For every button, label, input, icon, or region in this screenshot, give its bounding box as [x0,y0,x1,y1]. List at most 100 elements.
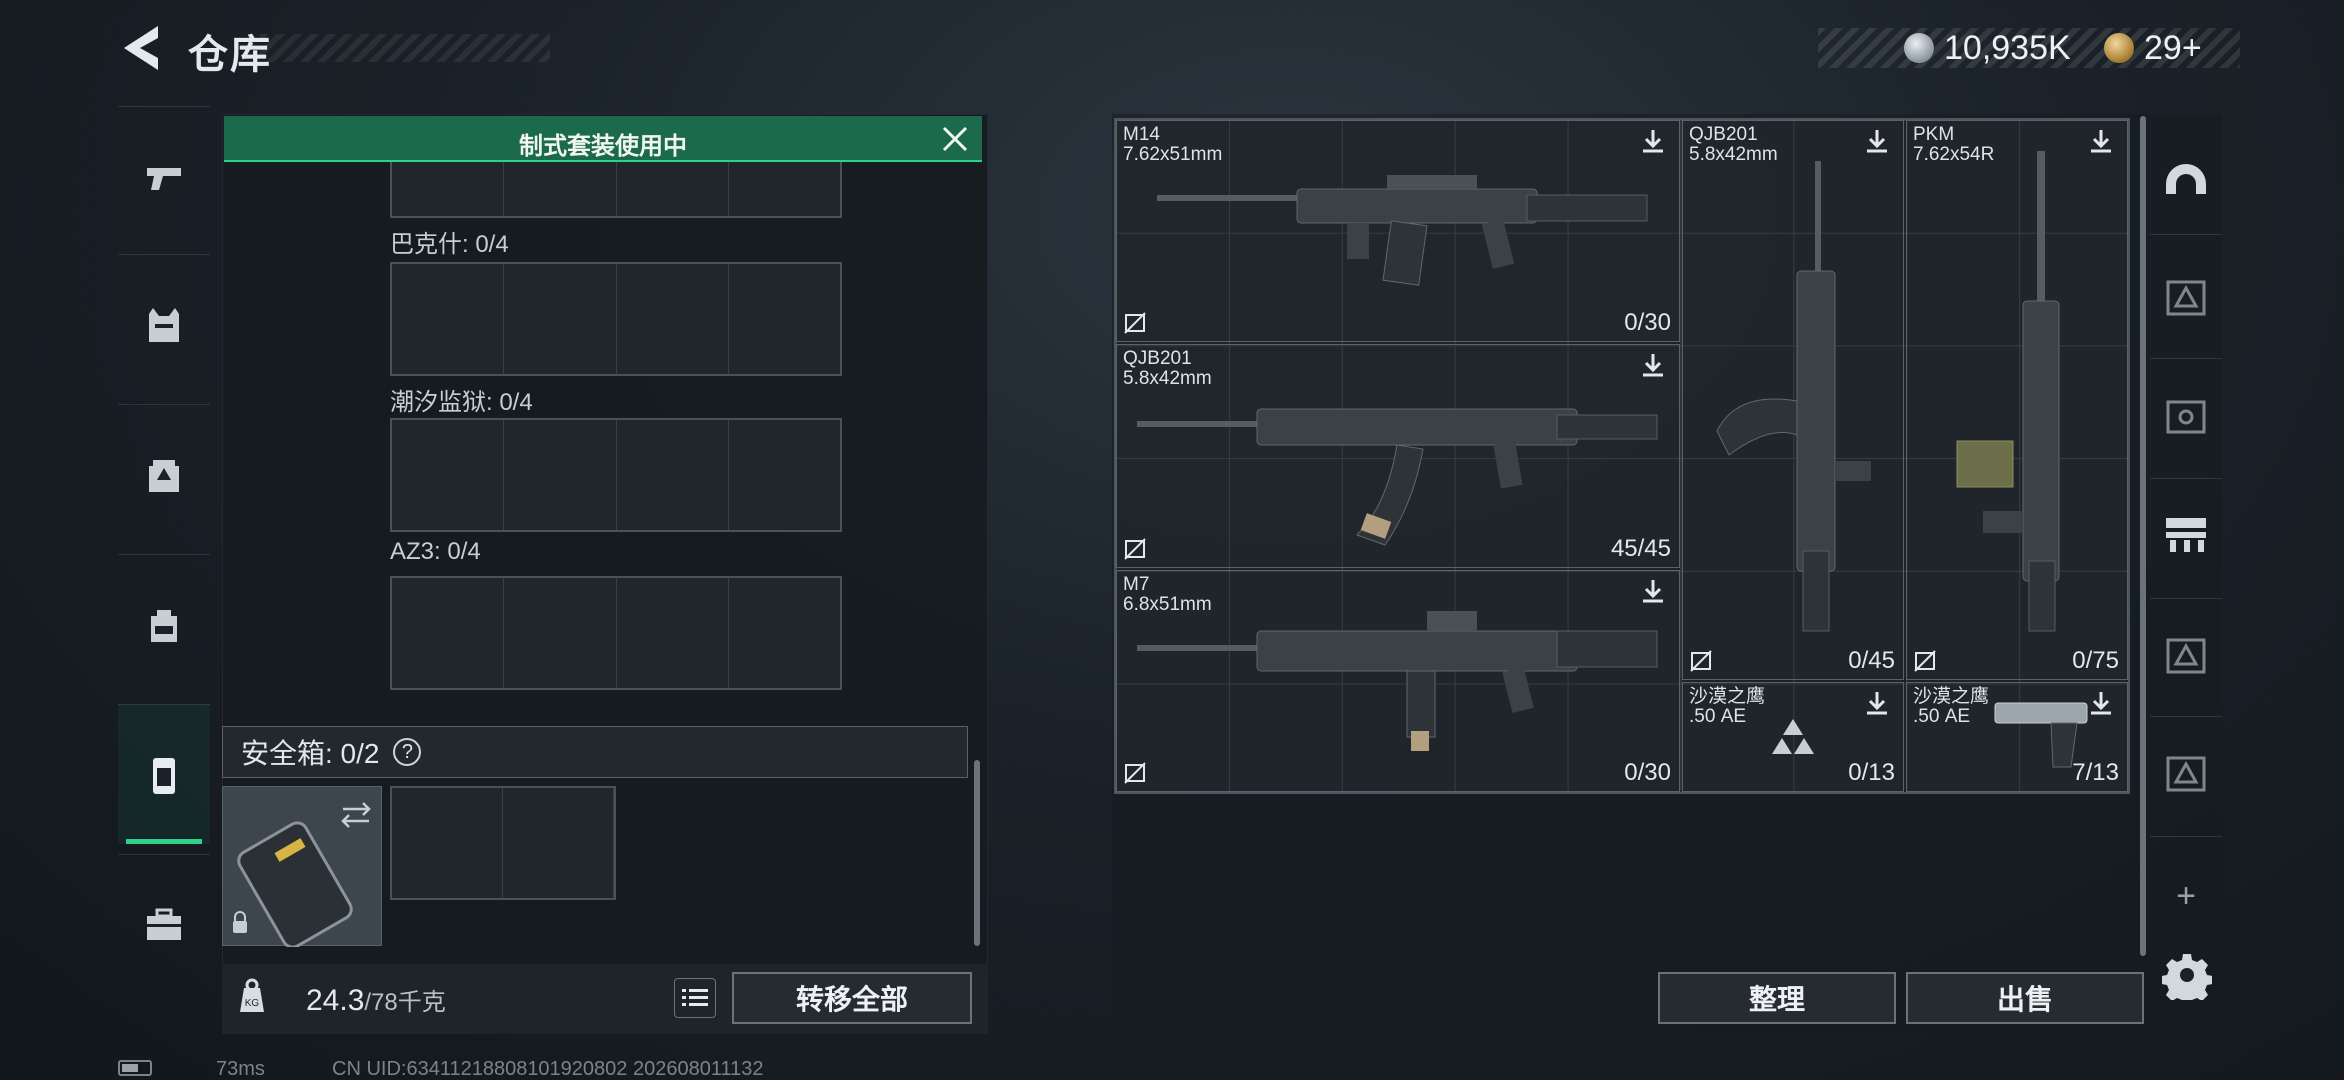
stash-item-desert-eagle[interactable]: 沙漠之鹰 .50 AE 7/13 [1906,682,2128,792]
rnav-helmet[interactable] [2156,150,2216,210]
safebox-item[interactable] [222,786,382,949]
weight-icon: KG [240,978,264,1012]
sort-button[interactable]: 整理 [1658,972,1896,1024]
title-stripe-decoration [260,34,550,62]
item-name: 沙漠之鹰 .50 AE [1913,686,1990,727]
rnav-case-3[interactable] [2156,626,2216,686]
item-name: M14 7.62x51mm [1123,124,1223,165]
ping-text: 73ms [216,1058,265,1080]
weight-max: /78千克 [364,989,446,1016]
case-icon-1 [2166,280,2206,316]
left-nav [118,106,210,1006]
add-tab-button[interactable]: + [2156,866,2216,926]
rack-icon [2166,518,2206,552]
grid-scrollbar[interactable] [2140,116,2146,956]
stash-item-desert-eagle[interactable]: 沙漠之鹰 .50 AE 0/13 [1682,682,1904,792]
uid-text: CN UID:634112188081019208​02 20260801113… [332,1058,764,1080]
slot-label: 潮汐监狱: 0/4 [390,389,533,416]
no-insure-icon [1914,650,1936,672]
back-arrow-icon[interactable] [118,22,162,74]
rnav-case-2[interactable] [2156,386,2216,446]
secure-case-icon [153,757,175,794]
stash-item-qjb201-vertical[interactable]: QJB201 5.8x42mm 0/45 [1682,120,1904,680]
no-insure-icon [1690,650,1712,672]
vest-icon [149,307,179,342]
slot-label: 巴克什: 0/4 [390,231,509,258]
transfer-all-button[interactable]: 转移全部 [732,972,972,1024]
ammo-count: 7/13 [2072,759,2119,786]
nav-vest[interactable] [118,254,210,394]
nav-pistol[interactable] [118,106,210,246]
rifle-image [1157,175,1648,286]
chest-rig-icon [149,459,179,492]
download-icon[interactable] [1639,127,1667,155]
download-icon[interactable] [2087,689,2115,717]
item-name: QJB201 5.8x42mm [1689,124,1778,165]
nav-backpack[interactable] [118,554,210,694]
nav-toolbox[interactable] [118,854,210,994]
slot-row[interactable] [390,262,842,376]
banner-text: 制式套装使用中 [519,133,687,160]
stash-item-m14[interactable]: M14 7.62x51mm 0/30 [1116,120,1680,342]
no-insure-icon [1124,762,1146,784]
currency-secondary[interactable]: 29+ [2104,28,2202,68]
slot-row-partial [390,162,842,218]
slot-row[interactable] [390,418,842,532]
ammo-count: 45/45 [1610,535,1671,562]
silver-coin-icon [1904,33,1934,63]
rnav-case-4[interactable] [2156,744,2216,804]
safebox-case-icon [233,802,371,949]
nav-secure-case[interactable] [118,704,210,844]
helmet-icon [2166,164,2206,194]
rnav-case-1[interactable] [2156,268,2216,328]
rifle-image [1956,151,2060,632]
case-icon-3 [2166,638,2206,674]
no-insure-icon [1124,538,1146,560]
rifle-image [1137,408,1658,546]
nav-chest-rig[interactable] [118,404,210,544]
gear-icon[interactable] [2162,950,2212,1000]
currency-secondary-value: 29+ [2144,28,2202,67]
sell-button[interactable]: 出售 [1906,972,2144,1024]
ammo-count: 0/45 [1848,647,1895,674]
download-icon[interactable] [1863,127,1891,155]
pistol-icon [147,167,181,190]
safebox-label: 安全箱: 0/2 [241,738,380,769]
list-view-button[interactable] [674,978,716,1018]
ammo-count: 0/75 [2072,647,2119,674]
placeholder-logo-icon [1772,719,1814,754]
stash-item-m7[interactable]: M7 6.8x51mm 0/30 [1116,570,1680,792]
download-icon[interactable] [1863,689,1891,717]
weight-value: 24.3 [306,984,365,1017]
left-scrollbar[interactable] [974,760,980,946]
safebox-slot-row[interactable] [390,786,616,900]
rnav-rack[interactable] [2156,504,2216,564]
ammo-count: 0/13 [1848,759,1895,786]
safebox-header: 安全箱: 0/2 ? [222,726,968,778]
slot-row[interactable] [390,576,842,690]
stash-item-pkm[interactable]: PKM 7.62x54R 0/75 [1906,120,2128,680]
rifle-image [1137,611,1658,751]
case-icon-4 [2166,756,2206,792]
help-icon[interactable]: ? [393,738,422,766]
battery-icon [118,1060,152,1076]
ammo-count: 0/30 [1624,759,1671,786]
case-icon-2 [2166,400,2206,434]
currency-main[interactable]: 10,935K [1904,28,2071,68]
weight-display: 24.3/78千克 [306,982,446,1018]
svg-text:KG: KG [245,998,260,1009]
rifle-image [1716,161,1871,632]
list-icon [682,989,708,1006]
backpack-icon [151,609,177,642]
page-title: 仓库 [188,33,272,77]
kit-banner: 制式套装使用中 [224,116,982,162]
stash-item-qjb201[interactable]: QJB201 5.8x42mm 45/45 [1116,344,1680,568]
currency-main-value: 10,935K [1944,28,2071,67]
toolbox-icon [147,908,181,940]
item-name: 沙漠之鹰 .50 AE [1689,686,1766,727]
slot-label: AZ3: 0/4 [390,538,481,565]
ammo-count: 0/30 [1624,309,1671,336]
no-insure-icon [1124,312,1146,334]
gold-coin-icon [2104,33,2134,63]
close-icon[interactable] [938,122,972,156]
